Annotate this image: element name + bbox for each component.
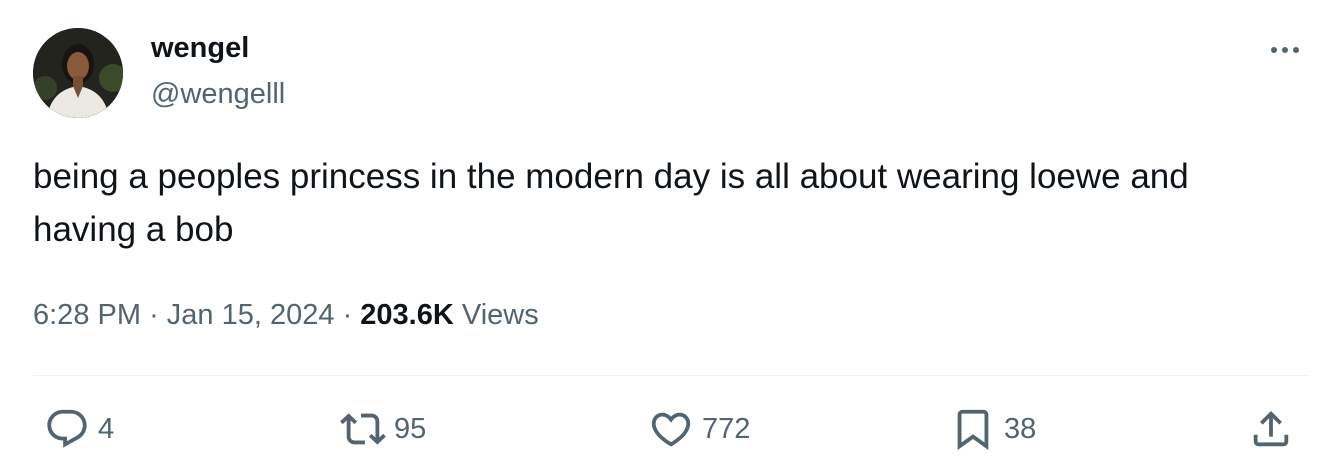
bookmark-icon bbox=[957, 409, 989, 450]
bookmark-button[interactable]: 38 bbox=[950, 404, 1036, 454]
divider bbox=[33, 375, 1308, 376]
repost-count: 95 bbox=[394, 412, 427, 445]
share-button[interactable] bbox=[1248, 404, 1294, 454]
meta-separator: · bbox=[342, 299, 353, 331]
reply-button[interactable]: 4 bbox=[44, 404, 114, 454]
tweet-text: being a peoples princess in the modern d… bbox=[33, 157, 1189, 249]
heart-icon bbox=[651, 412, 691, 447]
more-dot bbox=[1282, 47, 1288, 53]
like-count: 772 bbox=[702, 412, 751, 445]
repost-button[interactable]: 95 bbox=[340, 404, 426, 454]
tweet-meta: 6:28 PM · Jan 15, 2024 · 203.6K Views bbox=[33, 293, 539, 337]
like-button[interactable]: 772 bbox=[648, 404, 750, 454]
views-count: 203.6K bbox=[360, 299, 454, 331]
tweet-date[interactable]: Jan 15, 2024 bbox=[167, 299, 335, 331]
bookmark-count: 38 bbox=[1004, 412, 1037, 445]
meta-separator: · bbox=[149, 299, 159, 331]
author-display-name[interactable]: wengel bbox=[151, 30, 249, 66]
more-dot bbox=[1271, 47, 1277, 53]
more-icon[interactable] bbox=[1262, 36, 1308, 64]
tweet-time[interactable]: 6:28 PM bbox=[33, 299, 141, 331]
avatar[interactable] bbox=[33, 28, 123, 118]
views-label: Views bbox=[461, 299, 539, 331]
more-dot bbox=[1293, 47, 1299, 53]
repost-icon bbox=[340, 413, 386, 445]
reply-count: 4 bbox=[98, 412, 115, 445]
share-icon bbox=[1253, 410, 1289, 447]
avatar-image bbox=[33, 28, 123, 118]
reply-icon bbox=[47, 409, 87, 448]
author-handle[interactable]: @wengelll bbox=[151, 76, 285, 112]
